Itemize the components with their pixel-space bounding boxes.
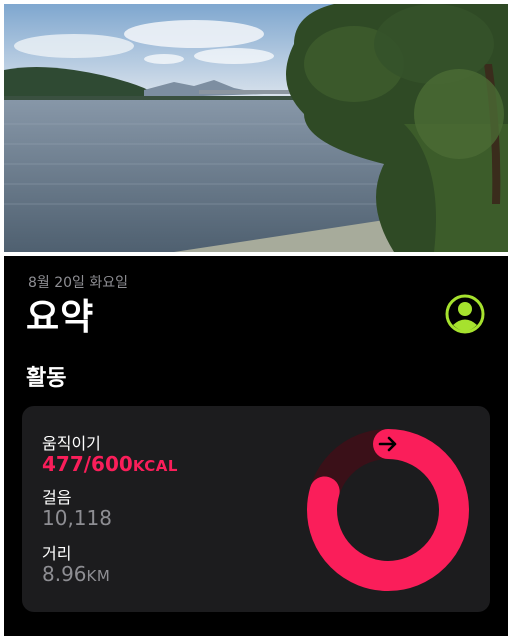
fitness-summary-screen: 8월 20일 화요일 요약 활동 움직이기 477/600KCAL 걸음 10,…	[4, 256, 508, 636]
activity-card[interactable]: 움직이기 477/600KCAL 걸음 10,118 거리 8.96KM	[22, 406, 490, 612]
move-ring-chart	[307, 429, 469, 591]
move-value: 477/600KCAL	[42, 452, 178, 476]
move-ring	[304, 426, 472, 594]
steps-value: 10,118	[42, 506, 112, 530]
page-title: 요약	[26, 297, 95, 338]
landscape-photo	[4, 4, 508, 252]
distance-number: 8.96	[42, 562, 87, 586]
distance-value: 8.96KM	[42, 562, 110, 586]
move-unit: KCAL	[132, 457, 178, 475]
distance-unit: KM	[86, 567, 111, 585]
profile-button[interactable]	[445, 294, 485, 334]
section-heading-activity: 활동	[26, 366, 67, 391]
steps-label: 걸음	[42, 488, 72, 507]
move-kcal-value: 477/600	[42, 452, 133, 476]
move-label: 움직이기	[42, 434, 101, 453]
person-circle-icon	[445, 294, 485, 334]
river-scene-image	[4, 4, 508, 252]
distance-label: 거리	[42, 544, 72, 563]
